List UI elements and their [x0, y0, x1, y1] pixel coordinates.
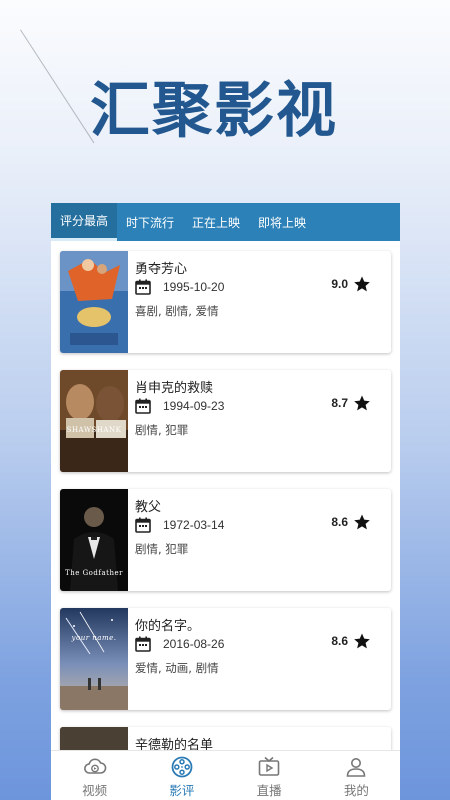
nav-video[interactable]: 视频: [51, 751, 138, 800]
tab-upcoming[interactable]: 即将上映: [249, 203, 315, 241]
poster-caption: SHAWSHANK: [66, 426, 122, 434]
nav-reviews-label: 影评: [169, 783, 195, 798]
movie-genres: 爱情, 动画, 剧情: [135, 661, 219, 675]
tab-popular[interactable]: 时下流行: [117, 203, 183, 241]
release-date-row: 1994-09-23: [135, 398, 224, 414]
rating-value: 8.7: [331, 396, 348, 410]
movie-poster: your name.: [60, 608, 128, 710]
star-icon: [354, 276, 370, 292]
movie-title: 肖申克的救赎: [135, 381, 214, 396]
nav-video-label: 视频: [82, 783, 108, 798]
movie-card[interactable]: 辛德勒的名单: [60, 727, 391, 750]
rating-value: 8.6: [331, 515, 348, 529]
movie-card[interactable]: The Godfather 教父 1972-03-14 剧情, 犯罪 8.6: [60, 489, 391, 591]
release-date: 1994-09-23: [163, 399, 225, 413]
rating: 8.6: [331, 513, 371, 531]
movie-title: 你的名字。: [135, 619, 201, 634]
user-icon: [347, 758, 366, 777]
release-date-row: 1995-10-20: [135, 279, 224, 295]
tab-now-playing[interactable]: 正在上映: [183, 203, 249, 241]
star-icon: [354, 395, 370, 411]
movie-title: 勇夺芳心: [135, 262, 188, 277]
rating-value: 9.0: [331, 277, 348, 291]
movie-poster: SHAWSHANK: [60, 370, 128, 472]
movie-poster: The Godfather: [60, 489, 128, 591]
movie-card[interactable]: your name. 你的名字。 2016-08-26 爱情, 动画, 剧情 8…: [60, 608, 391, 710]
video-cloud-icon: [83, 758, 106, 774]
bottom-navigation: 视频 影评 直播 我的: [51, 750, 400, 800]
movie-title: 辛德勒的名单: [135, 738, 214, 750]
nav-profile[interactable]: 我的: [313, 751, 400, 800]
movie-card[interactable]: 勇夺芳心 1995-10-20 喜剧, 剧情, 爱情 9.0: [60, 251, 391, 353]
rating-value: 8.6: [331, 634, 348, 648]
rating: 9.0: [331, 275, 371, 293]
movie-poster: [60, 251, 128, 353]
star-icon: [354, 514, 370, 530]
movie-title: 教父: [135, 500, 162, 515]
movie-genres: 喜剧, 剧情, 爱情: [135, 304, 219, 318]
release-date: 1995-10-20: [163, 280, 225, 294]
hero-title: 汇聚影视: [90, 76, 338, 146]
decorative-line: [20, 29, 95, 144]
calendar-icon: [135, 398, 151, 414]
app-screen: 评分最高 时下流行 正在上映 即将上映 勇夺芳心 1995-10-20 喜剧, …: [51, 203, 400, 800]
rating: 8.7: [331, 394, 371, 412]
poster-caption: your name.: [71, 634, 117, 642]
nav-live-label: 直播: [256, 783, 282, 798]
release-date: 1972-03-14: [163, 518, 225, 532]
tab-bar: 评分最高 时下流行 正在上映 即将上映: [51, 203, 400, 241]
release-date-row: 1972-03-14: [135, 517, 224, 533]
nav-live[interactable]: 直播: [226, 751, 313, 800]
movie-list: 勇夺芳心 1995-10-20 喜剧, 剧情, 爱情 9.0 SHAWSHANK…: [51, 241, 400, 750]
calendar-icon: [135, 517, 151, 533]
film-reel-icon: [171, 756, 193, 778]
nav-reviews[interactable]: 影评: [138, 751, 225, 800]
tv-play-icon: [258, 756, 280, 776]
release-date-row: 2016-08-26: [135, 636, 224, 652]
star-icon: [354, 633, 370, 649]
poster-caption: The Godfather: [65, 569, 123, 577]
movie-genres: 剧情, 犯罪: [135, 423, 189, 437]
movie-poster: [60, 727, 128, 750]
calendar-icon: [135, 636, 151, 652]
release-date: 2016-08-26: [163, 637, 225, 651]
tab-top-rated[interactable]: 评分最高: [51, 203, 118, 241]
rating: 8.6: [331, 632, 371, 650]
nav-profile-label: 我的: [343, 783, 369, 798]
movie-genres: 剧情, 犯罪: [135, 542, 189, 556]
movie-card[interactable]: SHAWSHANK 肖申克的救赎 1994-09-23 剧情, 犯罪 8.7: [60, 370, 391, 472]
calendar-icon: [135, 279, 151, 295]
